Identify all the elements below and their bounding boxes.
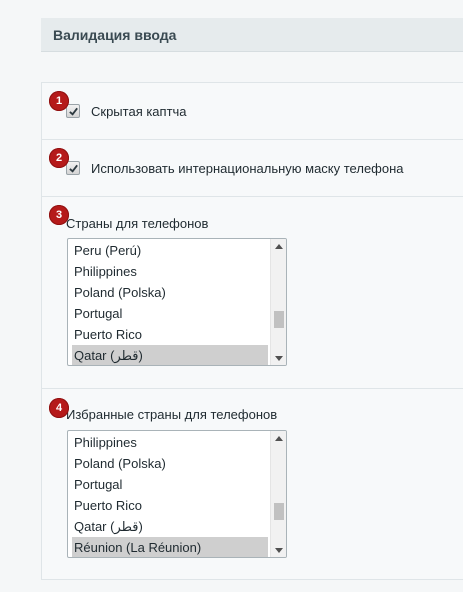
phone-countries-listbox[interactable]: Peru (Perú) Philippines Poland (Polska) … <box>67 238 287 366</box>
scroll-down-icon[interactable] <box>271 351 286 365</box>
step-badge-3: 3 <box>49 205 69 225</box>
phone-countries-label: Страны для телефонов <box>66 216 209 231</box>
checkmark-icon <box>68 164 78 173</box>
favorite-countries-label: Избранные страны для телефонов <box>66 407 278 422</box>
list-option[interactable]: Peru (Perú) <box>72 240 268 261</box>
hidden-captcha-label: Скрытая каптча <box>91 104 187 119</box>
checkmark-icon <box>68 107 78 116</box>
step-badge-2: 2 <box>49 148 69 168</box>
scrollbar[interactable] <box>270 431 286 557</box>
list-option[interactable]: Philippines <box>72 261 268 282</box>
list-option[interactable]: Poland (Polska) <box>72 282 268 303</box>
list-option[interactable]: Qatar (‫قطر‬‎) <box>72 516 268 537</box>
list-option[interactable]: Puerto Rico <box>72 495 268 516</box>
step-badge-1: 1 <box>49 91 69 111</box>
list-option[interactable]: Puerto Rico <box>72 324 268 345</box>
hidden-captcha-checkbox[interactable] <box>66 104 80 118</box>
scroll-thumb[interactable] <box>274 503 284 520</box>
scroll-thumb[interactable] <box>274 311 284 328</box>
scrollbar[interactable] <box>270 239 286 365</box>
divider <box>42 139 463 140</box>
list-option[interactable]: Poland (Polska) <box>72 453 268 474</box>
scroll-down-icon[interactable] <box>271 543 286 557</box>
list-option[interactable]: Philippines <box>72 432 268 453</box>
list-option[interactable]: Portugal <box>72 303 268 324</box>
scroll-up-icon[interactable] <box>271 239 286 253</box>
step-badge-4: 4 <box>49 398 69 418</box>
intl-phone-mask-label: Использовать интернациональную маску тел… <box>91 161 404 176</box>
favorite-countries-listbox[interactable]: Philippines Poland (Polska) Portugal Pue… <box>67 430 287 558</box>
divider <box>42 388 463 389</box>
list-option-selected[interactable]: Qatar (‫قطر‬‎) <box>72 345 268 365</box>
intl-phone-mask-checkbox[interactable] <box>66 161 80 175</box>
divider <box>42 196 463 197</box>
list-option[interactable]: Portugal <box>72 474 268 495</box>
section-title: Валидация ввода <box>41 18 463 52</box>
scroll-up-icon[interactable] <box>271 431 286 445</box>
list-option-selected[interactable]: Réunion (La Réunion) <box>72 537 268 557</box>
